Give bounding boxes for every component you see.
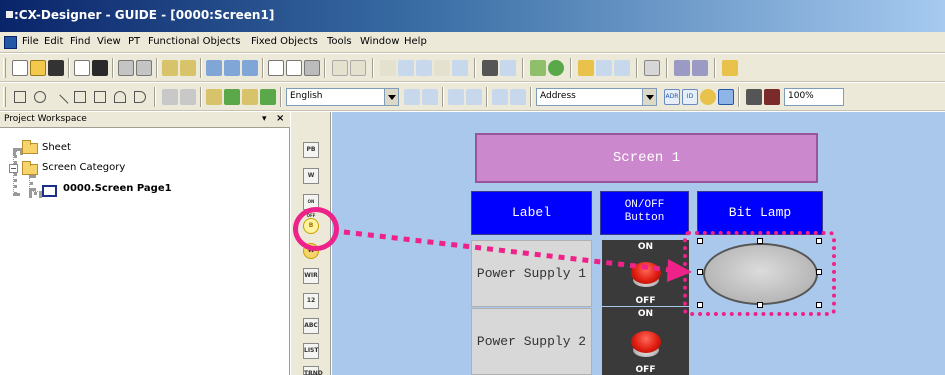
drag-arrow	[343, 229, 692, 282]
arrow-head-icon	[667, 259, 692, 282]
drag-arrow-line	[343, 229, 671, 273]
